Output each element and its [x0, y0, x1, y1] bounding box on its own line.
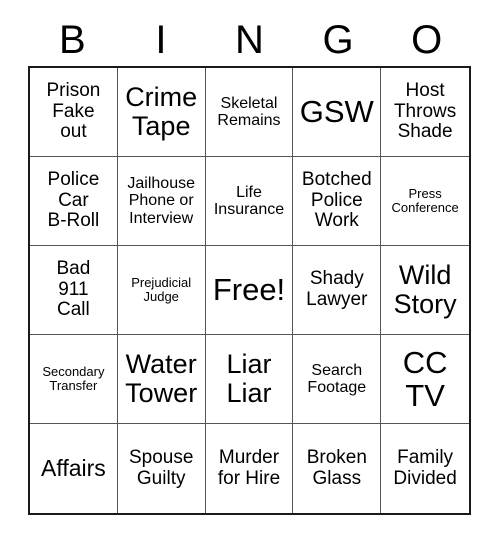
bingo-cell-r5-c1[interactable]: Affairs: [30, 424, 118, 513]
bingo-cell-r5-c2[interactable]: Spouse Guilty: [118, 424, 206, 513]
bingo-cell-label: Family Divided: [393, 446, 457, 489]
bingo-cell-label: Water Tower: [125, 348, 198, 408]
bingo-cell-r4-c3[interactable]: Liar Liar: [205, 335, 294, 424]
header-letter-g: G: [294, 14, 383, 66]
bingo-cell-r1-c4[interactable]: GSW: [293, 68, 382, 157]
bingo-header-row: B I N G O: [28, 14, 471, 66]
bingo-cell-label: Skeletal Remains: [217, 94, 281, 129]
bingo-cell-r5-c4[interactable]: Broken Glass: [293, 424, 382, 513]
bingo-cell-label: Affairs: [41, 455, 106, 482]
header-letter-n-text: N: [235, 18, 264, 62]
header-letter-o-text: O: [411, 18, 443, 62]
bingo-cell-label: Liar Liar: [226, 348, 272, 408]
header-letter-i: I: [117, 14, 206, 66]
header-letter-n: N: [205, 14, 294, 66]
bingo-cell-label: Jailhouse Phone or Interview: [127, 175, 195, 227]
bingo-cell-r4-c1[interactable]: Secondary Transfer: [30, 335, 118, 424]
bingo-card: B I N G O Prison Fake out Crime Tape Skele…: [0, 0, 500, 544]
header-letter-g-text: G: [322, 18, 354, 62]
bingo-cell-label: Search Footage: [307, 361, 367, 396]
bingo-free-space[interactable]: Free!: [205, 246, 294, 335]
bingo-cell-label: GSW: [299, 94, 374, 130]
bingo-cell-r5-c5[interactable]: Family Divided: [381, 424, 469, 513]
bingo-cell-label: Police Car B-Roll: [47, 169, 100, 232]
bingo-cell-label: Host Throws Shade: [393, 80, 457, 143]
bingo-cell-r4-c4[interactable]: Search Footage: [293, 335, 382, 424]
header-letter-b-text: B: [58, 18, 86, 62]
bingo-cell-label: Botched Police Work: [301, 169, 372, 232]
bingo-cell-label: Prejudicial Judge: [131, 274, 192, 304]
bingo-cell-r2-c3[interactable]: Life Insurance: [205, 157, 294, 246]
bingo-cell-r5-c3[interactable]: Murder for Hire: [206, 424, 294, 513]
bingo-cell-r1-c1[interactable]: Prison Fake out: [30, 68, 118, 157]
bingo-cell-label: Shady Lawyer: [306, 268, 368, 310]
header-letter-b: B: [28, 14, 117, 66]
bingo-cell-r2-c1[interactable]: Police Car B-Roll: [30, 157, 118, 246]
bingo-cell-r2-c5[interactable]: Press Conference: [381, 157, 469, 246]
bingo-cell-r2-c4[interactable]: Botched Police Work: [293, 157, 382, 246]
bingo-cell-label: Prison Fake out: [46, 80, 101, 143]
bingo-cell-label: Bad 911 Call: [56, 258, 91, 321]
header-letter-o: O: [382, 14, 471, 66]
bingo-grid: Prison Fake out Crime Tape Skeletal Remain…: [28, 66, 471, 515]
bingo-cell-label: Murder for Hire: [217, 446, 281, 489]
bingo-cell-label: Press Conference: [391, 185, 459, 215]
bingo-cell-r4-c5[interactable]: CC TV: [381, 335, 469, 424]
bingo-cell-r3-c4[interactable]: Shady Lawyer: [293, 246, 382, 335]
bingo-cell-label: Broken Glass: [306, 446, 367, 489]
bingo-cell-r3-c2[interactable]: Prejudicial Judge: [117, 246, 206, 335]
bingo-cell-r3-c5[interactable]: Wild Story: [381, 246, 469, 335]
bingo-cell-r1-c2[interactable]: Crime Tape: [117, 68, 206, 157]
bingo-cell-r1-c3[interactable]: Skeletal Remains: [205, 68, 294, 157]
bingo-cell-label: Life Insurance: [213, 183, 285, 218]
bingo-cell-r3-c1[interactable]: Bad 911 Call: [30, 246, 118, 335]
bingo-cell-r4-c2[interactable]: Water Tower: [117, 335, 206, 424]
bingo-cell-label: Secondary Transfer: [42, 363, 105, 393]
bingo-cell-label: Wild Story: [393, 259, 457, 319]
bingo-cell-label: Free!: [212, 272, 286, 308]
bingo-cell-label: Spouse Guilty: [128, 446, 194, 489]
header-letter-i-text: I: [155, 18, 167, 62]
bingo-cell-label: CC TV: [402, 344, 448, 413]
bingo-cell-r1-c5[interactable]: Host Throws Shade: [381, 68, 469, 157]
bingo-cell-label: Crime Tape: [125, 81, 198, 141]
bingo-cell-r2-c2[interactable]: Jailhouse Phone or Interview: [117, 157, 206, 246]
